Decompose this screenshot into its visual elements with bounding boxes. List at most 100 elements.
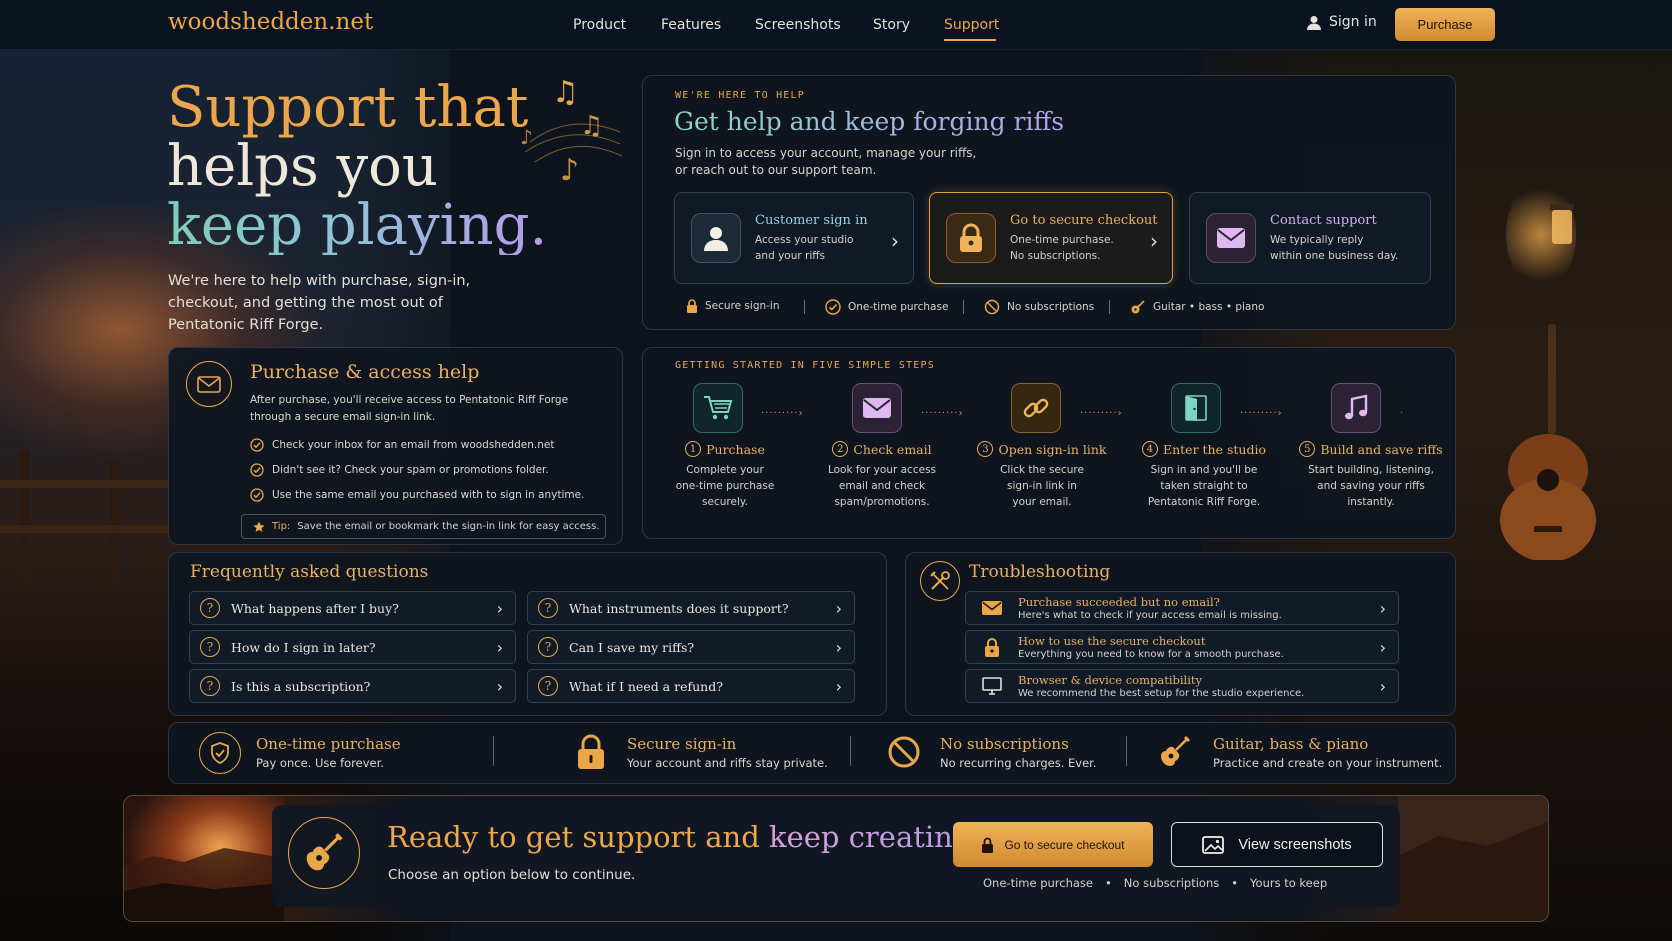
mail-icon — [974, 601, 1010, 615]
guitar-icon — [288, 817, 360, 889]
hero-title-line2: helps you — [167, 134, 438, 199]
svg-text:♪: ♪ — [520, 125, 533, 149]
user-icon — [691, 213, 741, 263]
sign-in-link[interactable]: Sign in — [1307, 14, 1377, 30]
chevron-right-icon: › — [496, 599, 503, 618]
card-title: Contact support — [1270, 212, 1377, 228]
question-icon: ? — [538, 598, 558, 618]
card-desc-line1: One-time purchase. — [1010, 233, 1114, 246]
feature-secure-sign-in: Secure sign-in Your account and riffs st… — [627, 735, 828, 770]
step-arrow: ·········› — [921, 408, 964, 419]
trust-secure-sign-in: Secure sign-in — [686, 299, 780, 313]
chevron-right-icon: › — [496, 638, 503, 657]
image-icon — [1202, 835, 1225, 854]
customer-sign-in-card[interactable]: Customer sign in Access your studio and … — [674, 192, 914, 284]
step-title-2: 2 Check email — [800, 441, 964, 457]
step-desc-4: Sign in and you'll be taken straight to Pe… — [1147, 464, 1261, 508]
chevron-right-icon: › — [835, 599, 842, 618]
secure-checkout-card[interactable]: Go to secure checkout One-time purchase.… — [929, 192, 1173, 284]
troubleshooting-title: Troubleshooting — [969, 562, 1111, 582]
lock-icon — [687, 299, 697, 313]
card-desc-line2: No subscriptions. — [1010, 249, 1101, 262]
nav-support[interactable]: Support — [944, 17, 999, 33]
tip-box: Tip: Save the email or bookmark the sign… — [241, 514, 606, 539]
checklist-item: Didn't see it? Check your spam or promot… — [250, 463, 549, 477]
chevron-right-icon: › — [891, 229, 899, 253]
purchase-help-title: Purchase & access help — [250, 361, 480, 383]
step-arrow: ·········› — [1080, 408, 1123, 419]
card-desc-line1: Access your studio — [755, 233, 854, 246]
step-title-5: 5 Build and save riffs — [1283, 441, 1459, 457]
link-icon — [1011, 383, 1061, 433]
trust-one-time-purchase: One-time purchase — [825, 299, 948, 315]
mail-icon — [852, 383, 902, 433]
step-desc-5: Start building, listening, and saving you… — [1308, 464, 1434, 508]
faq-item[interactable]: ? What if I need a refund? › — [527, 669, 855, 703]
lock-icon — [578, 734, 604, 769]
lock-icon — [946, 213, 996, 263]
feature-one-time-purchase: One-time purchase Pay once. Use forever. — [256, 735, 401, 770]
fence-image — [0, 450, 180, 590]
faq-item[interactable]: ? What happens after I buy? › — [189, 591, 516, 625]
card-title: Go to secure checkout — [1010, 212, 1158, 228]
help-subtitle: Sign in to access your account, manage y… — [675, 146, 977, 177]
step-arrow: ·········› — [761, 408, 804, 419]
secure-checkout-button[interactable]: Go to secure checkout — [953, 822, 1153, 867]
user-icon — [1307, 15, 1321, 30]
troubleshooting-item[interactable]: Browser & device compatibility We recomme… — [965, 669, 1399, 703]
sunset-canyon-image — [124, 796, 284, 921]
purchase-button[interactable]: Purchase — [1395, 8, 1495, 41]
nav-screenshots[interactable]: Screenshots — [755, 17, 841, 33]
faq-title: Frequently asked questions — [190, 562, 429, 582]
canyon-image — [1398, 796, 1548, 921]
chevron-right-icon: › — [1379, 599, 1386, 618]
check-circle-icon — [250, 488, 264, 502]
view-screenshots-button[interactable]: View screenshots — [1171, 822, 1383, 867]
cta-footnote: One-time purchase • No subscriptions • You… — [983, 876, 1328, 890]
faq-item[interactable]: ? What instruments does it support? › — [527, 591, 855, 625]
troubleshooting-item[interactable]: How to use the secure checkout Everything… — [965, 630, 1399, 664]
step-desc-2: Look for your access email and check spam/… — [827, 464, 937, 508]
chevron-right-icon: › — [1379, 677, 1386, 696]
help-eyebrow: WE'RE HERE TO HELP — [675, 90, 805, 101]
step-desc-3: Click the secure sign-in link in your emai… — [1000, 464, 1084, 508]
question-icon: ? — [200, 637, 220, 657]
help-title: Get help and keep forging riffs — [674, 107, 1065, 136]
hero-title: Support that helps you keep playing. — [167, 78, 547, 255]
trust-no-subscriptions: No subscriptions — [984, 299, 1094, 315]
faq-item[interactable]: ? Can I save my riffs? › — [527, 630, 855, 664]
question-icon: ? — [200, 676, 220, 696]
monitor-icon — [974, 677, 1010, 695]
step-title-3: 3 Open sign-in link — [960, 441, 1124, 457]
chevron-right-icon: › — [835, 677, 842, 696]
site-logo[interactable]: woodshedden.net — [168, 9, 373, 35]
step-desc-1: Complete your one-time purchase securely. — [675, 464, 775, 508]
contact-support-card[interactable]: Contact support We typically reply withi… — [1189, 192, 1431, 284]
top-nav-bar: woodshedden.net Product Features Screens… — [0, 0, 1672, 50]
faq-item[interactable]: ? How do I sign in later? › — [189, 630, 516, 664]
purchase-help-desc: After purchase, you'll receive access to… — [250, 394, 569, 423]
step-title-4: 4 Enter the studio — [1120, 441, 1288, 457]
hero-subtitle: We're here to help with purchase, sign-i… — [168, 273, 471, 333]
step-arrow: ·········› — [1240, 408, 1283, 419]
tip-text: Save the email or bookmark the sign-in l… — [297, 521, 600, 532]
nav-product[interactable]: Product — [573, 17, 626, 33]
lantern-icon — [1550, 204, 1574, 244]
cta-subtitle: Choose an option below to continue. — [388, 867, 636, 883]
faq-item[interactable]: ? Is this a subscription? › — [189, 669, 516, 703]
checklist-item: Use the same email you purchased with to… — [250, 488, 584, 502]
shield-check-icon — [199, 732, 241, 774]
nav-story[interactable]: Story — [873, 17, 910, 33]
step-title-1: 1 Purchase — [643, 441, 807, 457]
guitar-icon — [1131, 300, 1145, 314]
svg-text:♫: ♫ — [552, 75, 579, 110]
checklist-item: Check your inbox for an email from woods… — [250, 438, 554, 452]
feature-instruments: Guitar, bass & piano Practice and create… — [1213, 735, 1443, 770]
lock-icon — [974, 637, 1010, 657]
music-note-icon — [1331, 383, 1381, 433]
feature-no-subscriptions: No subscriptions No recurring charges. E… — [940, 735, 1097, 770]
nav-features[interactable]: Features — [661, 17, 721, 33]
troubleshooting-item[interactable]: Purchase succeeded but no email? Here's w… — [965, 591, 1399, 625]
card-desc-line2: within one business day. — [1270, 249, 1399, 262]
hero-title-line1: Support that — [167, 75, 529, 140]
